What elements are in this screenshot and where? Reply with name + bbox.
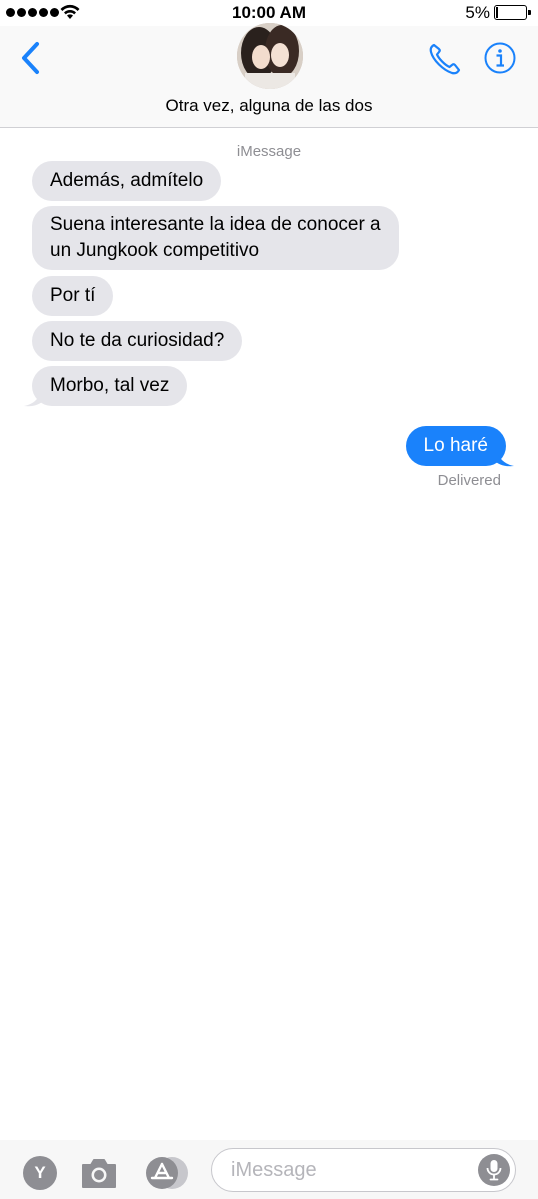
message-bubble-incoming[interactable]: Además, admítelo — [32, 161, 222, 201]
contact-name[interactable]: Otra vez, alguna de las dos — [0, 96, 538, 116]
battery-icon — [494, 5, 531, 20]
microphone-icon — [486, 1160, 502, 1181]
app-drawer-button[interactable]: Y — [23, 1156, 57, 1190]
contact-avatar[interactable] — [237, 23, 303, 89]
composer-bar: Y iMessage — [0, 1140, 538, 1199]
message-text: No te da curiosidad? — [50, 330, 225, 351]
conversation-header: Otra vez, alguna de las dos — [0, 23, 538, 128]
app-store-icon — [146, 1157, 188, 1189]
delivery-status: Delivered — [437, 472, 501, 489]
battery-percent: 5% — [465, 3, 490, 22]
info-icon — [484, 42, 516, 74]
microphone-button[interactable] — [478, 1154, 510, 1186]
service-label: iMessage — [236, 143, 302, 160]
info-button[interactable] — [484, 42, 516, 74]
message-text: Lo haré — [423, 435, 488, 456]
message-text: Suena interesante la idea de conocer a — [50, 214, 381, 235]
message-bubble-outgoing[interactable]: Lo haré — [405, 426, 506, 466]
app-button-label: Y — [34, 1163, 46, 1182]
message-text: un Jungkook competitivo — [50, 240, 260, 261]
message-bubble-incoming[interactable]: Por tí — [32, 276, 114, 316]
message-bubble-incoming[interactable]: Suena interesante la idea de conocer a u… — [32, 206, 399, 270]
bubble-tail — [494, 448, 514, 467]
chevron-left-icon — [22, 42, 39, 74]
status-time: 10:00 AM — [231, 3, 306, 22]
message-text: Morbo, tal vez — [50, 375, 170, 396]
message-text: Además, admítelo — [50, 170, 204, 191]
back-button[interactable] — [16, 40, 46, 76]
call-button[interactable] — [426, 40, 464, 78]
message-input[interactable]: iMessage — [211, 1148, 516, 1192]
message-bubble-incoming[interactable]: Morbo, tal vez — [32, 366, 188, 406]
app-store-button[interactable] — [145, 1156, 189, 1190]
camera-icon — [82, 1159, 116, 1188]
message-input-placeholder: iMessage — [231, 1159, 317, 1181]
bubble-tail — [24, 388, 44, 407]
message-text: Por tí — [50, 285, 96, 306]
message-bubble-incoming[interactable]: No te da curiosidad? — [32, 321, 243, 361]
phone-icon — [429, 43, 461, 75]
camera-button[interactable] — [80, 1156, 118, 1190]
